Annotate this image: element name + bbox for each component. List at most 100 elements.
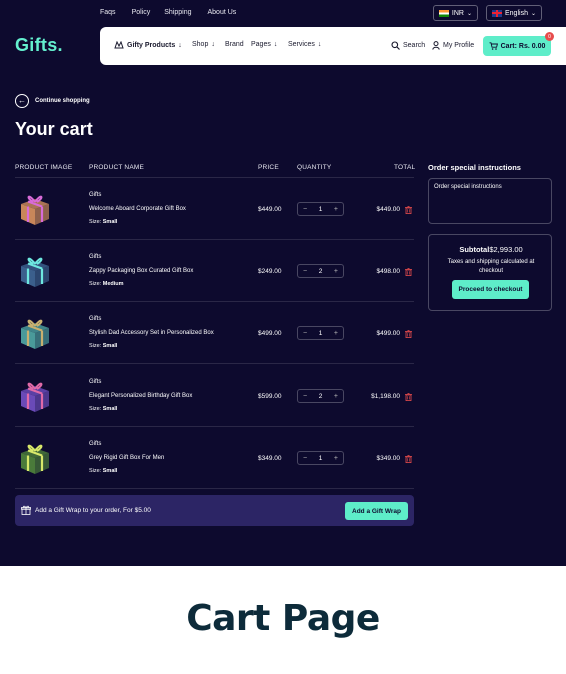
header-quantity: QUANTITY xyxy=(297,164,332,171)
product-image[interactable] xyxy=(15,312,55,352)
subtotal-label: Subtotal xyxy=(459,245,490,254)
product-name[interactable]: Zappy Packaging Box Curated Gift Box xyxy=(89,268,193,274)
page: Faqs Policy Shipping About Us INR ⌄ Engl… xyxy=(0,0,566,674)
size-value: Small xyxy=(102,406,118,412)
subtotal-value: $2,993.00 xyxy=(489,245,523,254)
product-name[interactable]: Grey Rigid Gift Box For Men xyxy=(89,455,164,461)
quantity-value[interactable]: 1 xyxy=(319,330,323,337)
increment-button[interactable]: + xyxy=(334,330,338,337)
cart-icon xyxy=(489,42,498,50)
arrow-down-icon: ↓ xyxy=(178,41,182,49)
gift-icon xyxy=(21,505,31,515)
product-category: Gifts xyxy=(89,316,102,322)
quantity-value[interactable]: 1 xyxy=(319,206,323,213)
link-shipping[interactable]: Shipping xyxy=(164,9,191,16)
quantity-stepper: − 1 + xyxy=(297,326,344,340)
link-policy[interactable]: Policy xyxy=(132,9,151,16)
product-price: $599.00 xyxy=(258,393,282,400)
search-button[interactable]: Search xyxy=(391,41,425,50)
product-image[interactable] xyxy=(15,188,55,228)
add-gift-wrap-button[interactable]: Add a Gift Wrap xyxy=(345,502,408,520)
increment-button[interactable]: + xyxy=(334,393,338,400)
arrow-down-icon: ↓ xyxy=(211,41,215,48)
cart-label: Cart: Rs. 0.00 xyxy=(500,42,546,50)
increment-button[interactable]: + xyxy=(334,268,338,275)
decrement-button[interactable]: − xyxy=(303,455,307,462)
nav-services[interactable]: Services ↓ xyxy=(288,41,321,48)
trash-icon[interactable] xyxy=(405,455,412,463)
profile-button[interactable]: My Profile xyxy=(432,41,474,50)
quantity-value[interactable]: 2 xyxy=(319,393,323,400)
trash-icon[interactable] xyxy=(405,268,412,276)
trash-icon[interactable] xyxy=(405,330,412,338)
size-value: Small xyxy=(102,468,118,474)
divider xyxy=(15,488,414,489)
product-image[interactable] xyxy=(15,375,55,415)
continue-shopping-label: Continue shopping xyxy=(35,98,90,104)
arrow-down-icon: ↓ xyxy=(317,41,322,48)
link-about-us[interactable]: About Us xyxy=(208,9,237,16)
cart-count-badge: 0 xyxy=(545,32,554,41)
gift-wrap-bar: Add a Gift Wrap to your order, For $5.00… xyxy=(15,495,414,526)
checkout-button[interactable]: Proceed to checkout xyxy=(452,280,529,299)
gift-wrap-text: Add a Gift Wrap to your order, For $5.00 xyxy=(35,507,151,514)
decrement-button[interactable]: − xyxy=(303,393,307,400)
subtotal-line: Subtotal$2,993.00 xyxy=(429,245,553,254)
product-size: Size: Small xyxy=(89,343,117,349)
cart-button[interactable]: Cart: Rs. 0.00 xyxy=(483,36,551,56)
language-selector[interactable]: English ⌄ xyxy=(486,5,542,21)
decrement-button[interactable]: − xyxy=(303,268,307,275)
trash-icon[interactable] xyxy=(405,206,412,214)
product-size: Size: Small xyxy=(89,468,117,474)
product-category: Gifts xyxy=(89,254,102,260)
link-faqs[interactable]: Faqs xyxy=(100,9,116,16)
nav-label: Shop xyxy=(192,41,209,48)
quantity-stepper: − 2 + xyxy=(297,264,344,278)
product-category: Gifts xyxy=(89,441,102,447)
trash-icon[interactable] xyxy=(405,393,412,401)
header-product-name: PRODUCT NAME xyxy=(89,164,145,171)
decrement-button[interactable]: − xyxy=(303,206,307,213)
instructions-textarea[interactable]: Order special instructions xyxy=(428,178,552,224)
store-viewport: Faqs Policy Shipping About Us INR ⌄ Engl… xyxy=(0,0,566,566)
utility-links: Faqs Policy Shipping About Us xyxy=(100,9,252,16)
india-flag-icon xyxy=(439,9,449,17)
search-label: Search xyxy=(403,42,426,49)
product-name[interactable]: Elegant Personalized Birthday Gift Box xyxy=(89,393,192,399)
nav-label: Brand xyxy=(225,41,244,48)
uk-flag-icon xyxy=(492,9,502,17)
chevron-down-icon: ⌄ xyxy=(466,10,472,17)
nav-shop[interactable]: Shop ↓ xyxy=(192,41,215,48)
continue-shopping-link[interactable]: ← Continue shopping xyxy=(15,94,90,108)
product-image[interactable] xyxy=(15,437,55,477)
decrement-button[interactable]: − xyxy=(303,330,307,337)
nav-label: Services xyxy=(288,41,315,48)
header-total: TOTAL xyxy=(394,164,416,171)
product-price: $349.00 xyxy=(258,455,282,462)
main-nav: Gifty Products ↓ Shop ↓ Brand Pages ↓ Se… xyxy=(100,27,566,65)
product-name[interactable]: Stylish Dad Accessory Set in Personalize… xyxy=(89,330,214,336)
chevron-down-icon: ⌄ xyxy=(530,10,536,17)
cart-row: Gifts Stylish Dad Accessory Set in Person… xyxy=(15,302,414,364)
line-total: $449.00 xyxy=(376,206,401,213)
page-title: Your cart xyxy=(15,119,93,139)
currency-value: INR xyxy=(451,9,464,17)
tax-note: Taxes and shipping calculated at checkou… xyxy=(447,259,535,274)
product-name[interactable]: Welcome Aboard Corporate Gift Box xyxy=(89,206,186,212)
quantity-value[interactable]: 1 xyxy=(319,455,323,462)
caption: Cart Page xyxy=(186,598,380,639)
currency-selector[interactable]: INR ⌄ xyxy=(433,5,478,21)
line-total: $349.00 xyxy=(376,455,401,462)
increment-button[interactable]: + xyxy=(334,206,338,213)
nav-brand[interactable]: Brand xyxy=(225,41,244,48)
nav-label: Pages xyxy=(251,41,271,48)
nav-gifty-products[interactable]: Gifty Products ↓ xyxy=(114,41,182,49)
increment-button[interactable]: + xyxy=(334,455,338,462)
product-image[interactable] xyxy=(15,250,55,290)
utility-bar: Faqs Policy Shipping About Us INR ⌄ Engl… xyxy=(0,0,566,27)
header-product-image: PRODUCT IMAGE xyxy=(15,164,73,171)
cart-row: Gifts Zappy Packaging Box Curated Gift Bo… xyxy=(15,240,414,302)
logo[interactable]: Gifts. xyxy=(15,35,63,56)
nav-pages[interactable]: Pages ↓ xyxy=(251,41,277,48)
quantity-value[interactable]: 2 xyxy=(319,268,323,275)
